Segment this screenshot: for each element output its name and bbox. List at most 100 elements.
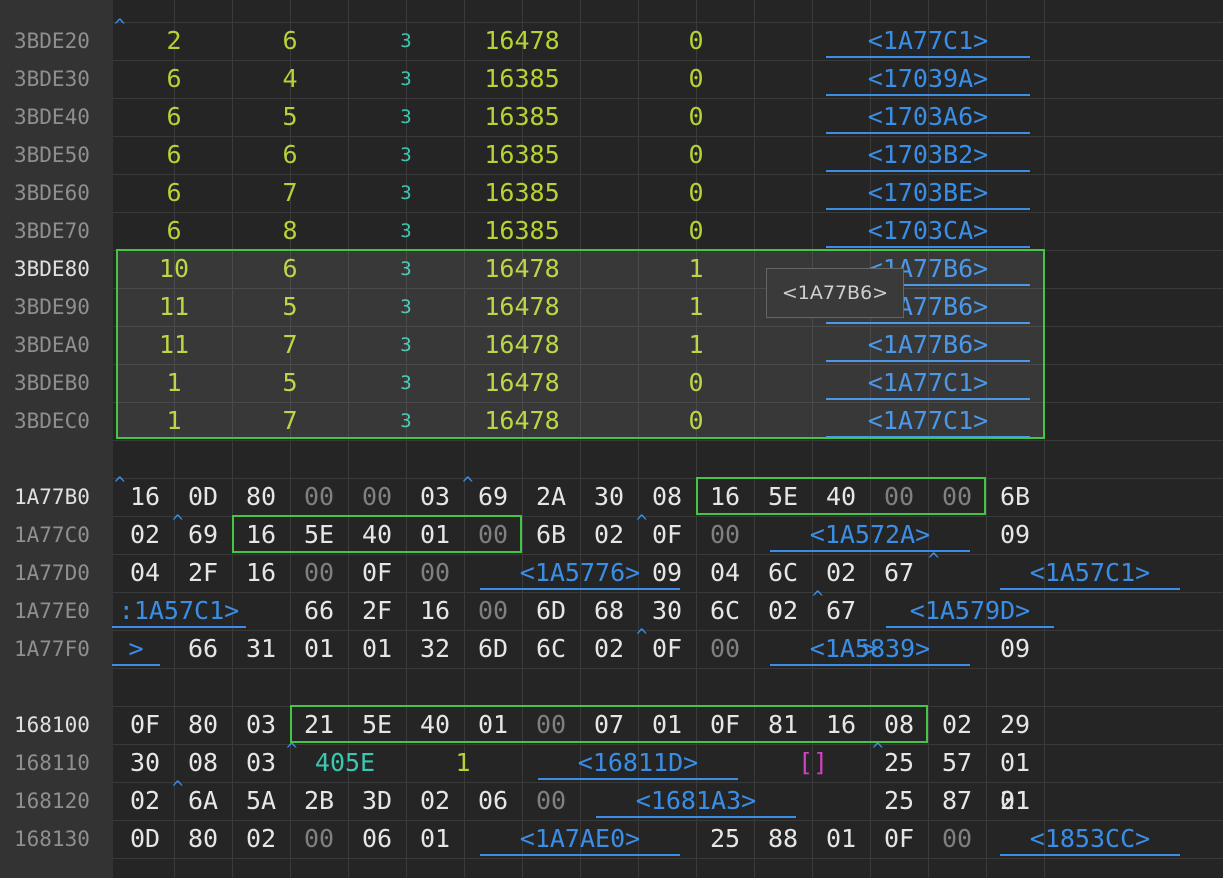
row-address: 168130: [14, 827, 90, 851]
offset-link[interactable]: >: [112, 630, 160, 668]
hex-byte[interactable]: 80: [232, 478, 290, 516]
hex-byte[interactable]: 04: [116, 554, 174, 592]
hex-byte[interactable]: 6C: [522, 630, 580, 668]
offset-link[interactable]: <1A572A>: [770, 516, 970, 554]
hex-byte[interactable]: 66: [290, 592, 348, 630]
hex-byte[interactable]: 00: [928, 820, 986, 858]
hex-byte[interactable]: 6C: [696, 592, 754, 630]
hex-byte[interactable]: 80: [174, 706, 232, 744]
offset-link[interactable]: <1A77C1>: [826, 22, 1030, 60]
hex-byte[interactable]: 6B: [522, 516, 580, 554]
hex-byte[interactable]: 2A: [522, 478, 580, 516]
offset-link[interactable]: <1703B2>: [826, 136, 1030, 174]
record-field: 2: [166, 26, 182, 55]
hex-byte[interactable]: 01: [290, 630, 348, 668]
hex-byte[interactable]: 88: [754, 820, 812, 858]
offset-link[interactable]: <1703A6>: [826, 98, 1030, 136]
hex-byte[interactable]: 01: [348, 630, 406, 668]
hex-byte[interactable]: 29: [986, 706, 1044, 744]
offset-link[interactable]: <1703BE>: [826, 174, 1030, 212]
hex-byte[interactable]: 30: [580, 478, 638, 516]
offset-link[interactable]: <1703CA>: [826, 212, 1030, 250]
hex-byte[interactable]: 67: [870, 554, 928, 592]
selection-box: [116, 249, 1045, 439]
hex-byte[interactable]: 02: [754, 592, 812, 630]
hex-byte[interactable]: 32: [406, 630, 464, 668]
hex-byte[interactable]: 06: [464, 782, 522, 820]
hex-byte[interactable]: 25: [696, 820, 754, 858]
hex-byte[interactable]: 5A: [232, 782, 290, 820]
hex-byte[interactable]: 02: [406, 782, 464, 820]
link-underline: [826, 56, 1030, 58]
hex-byte[interactable]: 6D: [522, 592, 580, 630]
hex-byte[interactable]: 09: [986, 516, 1044, 554]
hex-byte[interactable]: 00: [696, 516, 754, 554]
offset-link[interactable]: <1A57C1>: [1000, 554, 1180, 592]
hex-byte[interactable]: 0F: [116, 706, 174, 744]
record-field: 16385: [484, 178, 560, 207]
hex-byte[interactable]: 2B: [290, 782, 348, 820]
hex-byte[interactable]: 16: [406, 592, 464, 630]
hex-byte[interactable]: 02: [580, 630, 638, 668]
bracket-marker: []: [797, 748, 829, 777]
hex-byte[interactable]: 02: [232, 820, 290, 858]
record-field: 6: [166, 102, 182, 131]
hex-byte[interactable]: 2F: [348, 592, 406, 630]
hex-byte[interactable]: 00: [696, 630, 754, 668]
hex-byte[interactable]: 66: [174, 630, 232, 668]
hex-byte[interactable]: 80: [174, 820, 232, 858]
hex-byte[interactable]: 00: [348, 478, 406, 516]
hex-byte[interactable]: 03: [232, 706, 290, 744]
hex-byte[interactable]: 0F: [870, 820, 928, 858]
offset-link[interactable]: <1681A3>: [596, 782, 796, 820]
hex-byte[interactable]: 00: [290, 820, 348, 858]
hex-byte[interactable]: 87: [928, 782, 986, 820]
hex-byte[interactable]: 00: [464, 592, 522, 630]
hex-byte[interactable]: 00: [290, 478, 348, 516]
offset-link[interactable]: <16811D>: [538, 744, 738, 782]
offset-link[interactable]: :1A57C1>: [112, 592, 246, 630]
hex-byte[interactable]: 06: [348, 820, 406, 858]
link-underline: [480, 588, 680, 590]
hex-byte[interactable]: 0D: [116, 820, 174, 858]
link-underline: [770, 664, 970, 666]
hex-byte[interactable]: 0F: [348, 554, 406, 592]
hex-byte[interactable]: 31: [232, 630, 290, 668]
offset-link[interactable]: <1A5839>: [770, 630, 970, 668]
hex-byte[interactable]: 02: [928, 706, 986, 744]
hex-byte[interactable]: 02: [116, 516, 174, 554]
hex-byte[interactable]: 02: [580, 516, 638, 554]
link-underline: [1000, 588, 1180, 590]
hex-byte[interactable]: 00: [290, 554, 348, 592]
hex-byte[interactable]: 21: [986, 782, 1044, 820]
hex-byte[interactable]: 30: [116, 744, 174, 782]
hex-byte[interactable]: 68: [580, 592, 638, 630]
link-underline: [480, 854, 680, 856]
hex-byte[interactable]: 04: [696, 554, 754, 592]
hex-byte[interactable]: 16: [232, 554, 290, 592]
offset-link[interactable]: <1853CC>: [1000, 820, 1180, 858]
hex-byte[interactable]: 2F: [174, 554, 232, 592]
offset-link[interactable]: <17039A>: [826, 60, 1030, 98]
hex-byte[interactable]: 00: [406, 554, 464, 592]
offset-link[interactable]: <1A7AE0>: [480, 820, 680, 858]
hex-byte[interactable]: 02: [116, 782, 174, 820]
hex-byte[interactable]: 09: [986, 630, 1044, 668]
hex-byte[interactable]: 6C: [754, 554, 812, 592]
hex-byte[interactable]: 01: [406, 820, 464, 858]
hex-byte[interactable]: 6B: [986, 478, 1044, 516]
hex-byte[interactable]: 03: [232, 744, 290, 782]
hex-byte[interactable]: 6D: [464, 630, 522, 668]
hex-byte[interactable]: 25: [870, 782, 928, 820]
selection-box: [696, 477, 986, 515]
hex-byte[interactable]: 57: [928, 744, 986, 782]
offset-link[interactable]: <1A579D>: [886, 592, 1054, 630]
record-field: 0: [688, 26, 704, 55]
hex-byte[interactable]: 01: [986, 744, 1044, 782]
hex-byte[interactable]: 03: [406, 478, 464, 516]
hex-byte[interactable]: 00: [522, 782, 580, 820]
hex-byte[interactable]: 01: [812, 820, 870, 858]
offset-link[interactable]: <1A5776>: [480, 554, 680, 592]
hex-byte[interactable]: 3D: [348, 782, 406, 820]
selection-box: [290, 705, 928, 743]
